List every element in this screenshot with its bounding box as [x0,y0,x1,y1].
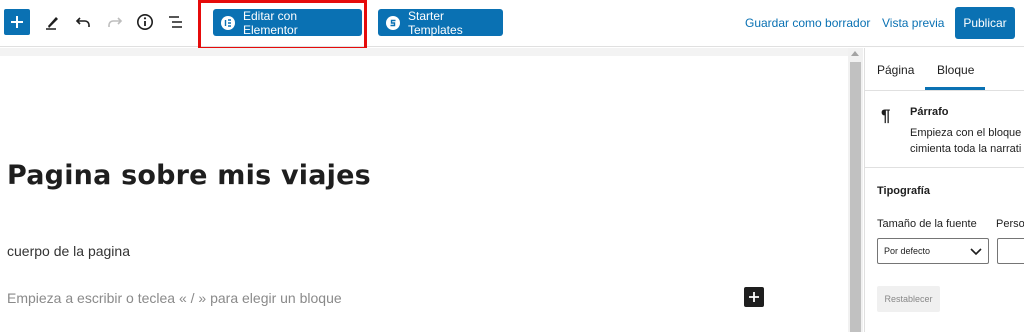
block-placeholder[interactable]: Empieza a escribir o teclea « / » para e… [7,290,342,306]
info-icon [137,14,153,30]
pencil-icon [46,17,58,30]
tabs-divider [865,90,1024,91]
block-description: Empieza con el bloque cimienta toda la n… [910,125,1021,157]
editor-top-toolbar: Editar con Elementor Starter Templates G… [0,0,1024,47]
add-block-button[interactable] [4,9,30,35]
plus-icon [11,16,23,28]
redo-button[interactable] [103,10,127,34]
undo-button[interactable] [71,10,95,34]
section-divider [865,167,1024,168]
save-draft-button[interactable]: Guardar como borrador [745,16,870,30]
chevron-down-icon [970,248,982,256]
canvas-scrollbar-thumb[interactable] [850,62,861,332]
block-description-line-1: Empieza con el bloque [910,127,1022,139]
preview-button[interactable]: Vista previa [882,16,944,30]
undo-icon [75,17,90,27]
details-button[interactable] [133,10,157,34]
block-name: Párrafo [910,106,949,118]
tab-page[interactable]: Página [877,63,914,77]
font-size-select[interactable]: Por defecto [877,238,989,264]
redo-icon [108,17,123,27]
paragraph-block[interactable]: cuerpo de la pagina [7,243,130,259]
list-view-button[interactable] [164,10,188,34]
post-title[interactable]: Pagina sobre mis viajes [7,160,371,191]
font-size-label: Tamaño de la fuente [877,218,977,230]
tab-block[interactable]: Bloque [937,63,974,77]
publish-button[interactable]: Publicar [955,7,1015,39]
reset-button[interactable]: Restablecer [877,286,940,312]
annotation-highlight-box [198,0,367,50]
paragraph-block-icon: ¶ [881,106,891,125]
starter-templates-icon [386,15,400,30]
custom-size-label: Perso [996,218,1024,230]
custom-font-size-input[interactable] [997,238,1024,264]
canvas-top-strip [0,48,848,56]
scroll-up-arrow-icon[interactable] [851,51,859,56]
tools-button[interactable] [40,10,64,34]
inline-add-block-button[interactable] [744,287,764,307]
starter-templates-button[interactable]: Starter Templates [378,8,503,37]
typography-heading[interactable]: Tipografía [877,185,930,197]
font-size-select-value: Por defecto [884,246,931,256]
settings-sidebar: Página Bloque ¶ Párrafo Empieza con el b… [864,48,1024,332]
block-description-line-2: cimienta toda la narrati [910,143,1022,155]
starter-templates-label: Starter Templates [408,8,463,37]
plus-icon [749,292,759,302]
list-view-icon [169,16,182,28]
